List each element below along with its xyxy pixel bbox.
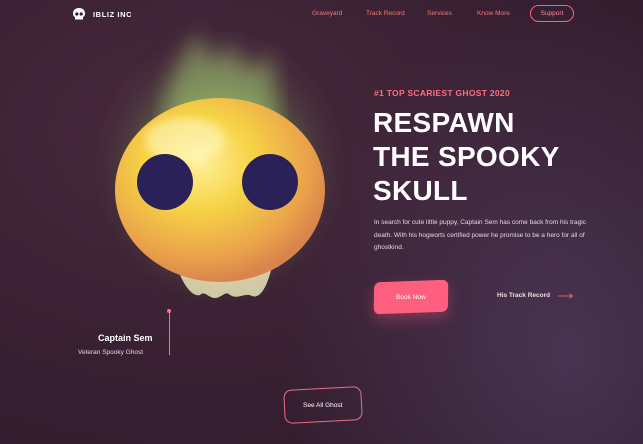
character-name: Captain Sem (98, 333, 153, 343)
headline-line-3: SKULL (373, 175, 468, 206)
caption-pointer-line (169, 310, 170, 355)
track-record-label: His Track Record (497, 292, 551, 299)
headline-line-1: RESPAWN (373, 107, 515, 138)
book-now-button[interactable]: Book Now (373, 279, 449, 315)
nav-link-track-record[interactable]: Track Record (366, 10, 405, 17)
nav-link-know-more[interactable]: Know More (477, 10, 510, 17)
nav-link-services[interactable]: Services (427, 10, 452, 17)
book-now-label: Book Now (396, 293, 426, 301)
hero-headline: RESPAWN THE SPOOKY SKULL (373, 106, 560, 208)
arrow-right-icon (558, 292, 574, 299)
ghost-skull-icon (105, 30, 335, 298)
hero-description: In search for cute little puppy, Captain… (374, 219, 586, 251)
see-all-ghost-label: See All Ghost (303, 401, 343, 409)
support-button[interactable]: Support (530, 5, 574, 22)
character-role: Veteran Spooky Ghost (78, 349, 144, 356)
headline-line-2: THE SPOOKY (373, 141, 560, 172)
track-record-link[interactable]: His Track Record (497, 292, 574, 299)
see-all-ghost-button[interactable]: See All Ghost (283, 385, 363, 425)
hero-eyebrow: #1 TOP SCARIEST GHOST 2020 (374, 88, 510, 98)
skull-illustration (80, 10, 360, 310)
